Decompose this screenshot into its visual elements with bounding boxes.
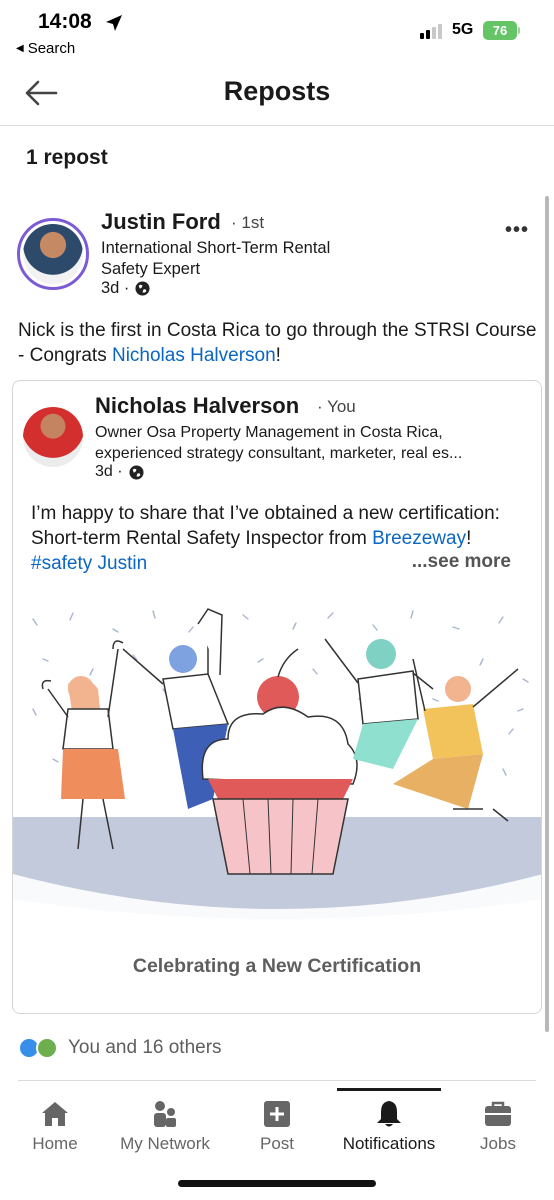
shared-mention-link[interactable]: Justin <box>98 553 148 574</box>
shared-post-card[interactable]: Nicholas Halverson · You Owner Osa Prope… <box>12 380 542 1014</box>
nav-my-network-label: My Network <box>120 1134 210 1153</box>
more-options-icon[interactable]: ••• <box>505 219 529 242</box>
nav-notifications[interactable]: Notifications <box>333 1088 445 1164</box>
location-arrow-icon <box>106 15 122 31</box>
mention-link[interactable]: Nicholas Halverson <box>112 345 276 366</box>
post-text-end: ! <box>275 345 281 366</box>
globe-icon <box>129 464 144 480</box>
shared-author-avatar[interactable] <box>23 407 83 467</box>
author-name[interactable]: Justin Ford <box>101 209 221 235</box>
illustration-caption: Celebrating a New Certification <box>132 955 422 977</box>
company-link[interactable]: Breezeway <box>372 528 466 549</box>
shared-author-name[interactable]: Nicholas Halverson <box>95 393 299 419</box>
bell-icon <box>377 1101 401 1127</box>
author-headline: International Short-Term Rental Safety E… <box>101 239 331 278</box>
nav-home[interactable]: Home <box>0 1088 110 1164</box>
status-bar: 14:08 ◀ Search 5G 76 <box>0 0 554 66</box>
reactions-summary[interactable]: You and 16 others <box>18 1036 222 1060</box>
nav-home-label: Home <box>32 1134 78 1153</box>
divider <box>18 1080 536 1081</box>
celebration-illustration <box>13 599 541 919</box>
nav-my-network[interactable]: My Network <box>110 1088 220 1164</box>
battery-tip <box>518 27 520 34</box>
reactions-text: You and 16 others <box>68 1037 222 1058</box>
battery-icon: 76 <box>483 21 517 40</box>
header: Reposts <box>0 66 554 126</box>
back-app-label: Search <box>27 40 76 57</box>
my-network-icon <box>154 1101 176 1127</box>
post-icon <box>264 1101 290 1127</box>
celebrate-reaction-icon <box>36 1037 58 1059</box>
network-type: 5G <box>452 21 474 38</box>
globe-icon <box>135 281 150 296</box>
bottom-navigation: Home My Network Post Notifications Jobs <box>0 1088 554 1168</box>
author-avatar[interactable] <box>17 218 89 290</box>
shared-post-meta: 3d · <box>95 463 144 481</box>
back-triangle-icon: ◀ <box>16 43 24 54</box>
repost-count: 1 repost <box>26 146 108 169</box>
back-to-search-link[interactable]: ◀ Search <box>16 40 75 57</box>
shared-text-mid: ! <box>466 528 472 549</box>
reaction-icons <box>18 1036 60 1060</box>
connection-degree: · 1st <box>231 213 265 232</box>
nav-post-label: Post <box>259 1134 295 1153</box>
home-indicator[interactable] <box>178 1180 376 1187</box>
shared-author-you-badge: · You <box>317 397 356 416</box>
home-icon <box>42 1102 68 1126</box>
post-meta: 3d · <box>101 279 150 298</box>
hashtag-link[interactable]: #safety <box>31 553 92 574</box>
briefcase-icon <box>485 1101 511 1126</box>
see-more-link[interactable]: ...see more <box>405 551 511 573</box>
battery-level: 76 <box>492 23 508 38</box>
nav-notifications-label: Notifications <box>342 1134 436 1153</box>
post-time: 3d · <box>101 279 130 297</box>
shared-post-time: 3d · <box>95 463 123 480</box>
post-text: Nick is the first in Costa Rica to go th… <box>18 318 548 368</box>
nav-jobs[interactable]: Jobs <box>443 1088 553 1164</box>
page-title: Reposts <box>223 76 331 106</box>
signal-icon <box>420 24 442 39</box>
shared-headline-line2: experienced strategy consultant, markete… <box>95 445 463 462</box>
nav-jobs-label: Jobs <box>480 1134 516 1153</box>
shared-author-headline: Owner Osa Property Management in Costa R… <box>95 422 525 464</box>
nav-post[interactable]: Post <box>222 1088 332 1164</box>
shared-headline-line1: Owner Osa Property Management in Costa R… <box>95 424 443 441</box>
status-time: 14:08 <box>38 10 92 33</box>
